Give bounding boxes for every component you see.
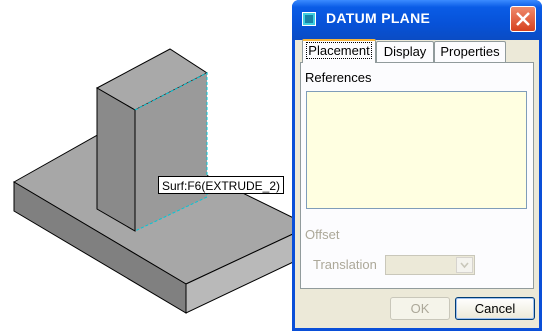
tab-display-label: Display	[383, 44, 427, 59]
upright-left-face[interactable]	[96, 87, 136, 232]
dialog-title-bar[interactable]: DATUM PLANE	[292, 0, 542, 40]
tab-properties[interactable]: Properties	[434, 41, 506, 62]
tab-properties-label: Properties	[440, 44, 500, 59]
chevron-down-icon	[460, 262, 469, 269]
references-label: References	[305, 70, 372, 85]
tab-display[interactable]: Display	[376, 41, 434, 62]
cancel-button[interactable]: Cancel	[455, 297, 535, 320]
references-collector[interactable]	[306, 91, 527, 209]
dialog-client-area: Placement Display Properties References …	[295, 39, 539, 328]
placement-panel: References Offset Translation	[300, 62, 534, 289]
tab-placement-label: Placement	[306, 42, 372, 59]
close-button[interactable]	[510, 6, 536, 32]
datum-plane-icon	[302, 12, 316, 26]
close-icon	[516, 12, 530, 26]
dropdown-arrow-button[interactable]	[456, 257, 473, 273]
dialog-title: DATUM PLANE	[326, 10, 431, 26]
dialog-button-row: OK Cancel	[295, 297, 539, 321]
datum-plane-dialog: DATUM PLANE Placement Display Properties	[292, 0, 542, 331]
ok-button[interactable]: OK	[390, 297, 450, 320]
tab-strip: Placement Display Properties	[300, 39, 534, 63]
translation-dropdown[interactable]	[385, 255, 475, 275]
offset-label: Offset	[305, 227, 340, 242]
screen: Surf:F6(EXTRUDE_2) DATUM PLANE Placement…	[0, 0, 542, 331]
translation-label: Translation	[313, 257, 377, 272]
surface-tooltip: Surf:F6(EXTRUDE_2)	[158, 176, 285, 194]
tab-placement[interactable]: Placement	[302, 39, 376, 63]
